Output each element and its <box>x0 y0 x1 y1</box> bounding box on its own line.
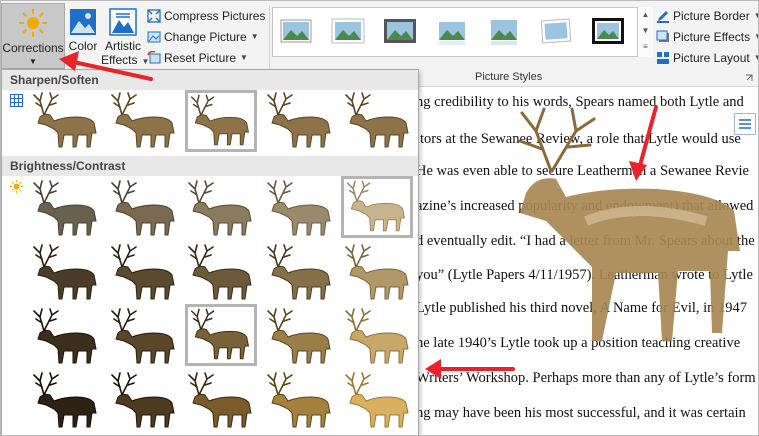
brightness-option[interactable] <box>264 178 336 240</box>
picture-style-thumb[interactable] <box>383 14 417 48</box>
more-icon[interactable]: ≡ <box>638 39 653 55</box>
picture-style-thumb[interactable] <box>331 14 365 48</box>
artistic-effects-icon <box>109 8 137 36</box>
picture-layout-label: Picture Layout <box>673 50 750 65</box>
picture-styles-gallery: ▲ ▼ ≡ <box>272 7 653 57</box>
compress-label: Compress Pictures <box>164 8 266 23</box>
picture-style-thumb[interactable] <box>591 14 625 48</box>
artistic-effects-button[interactable]: Artistic Effects ▼ <box>101 3 150 69</box>
brightness-option[interactable] <box>264 306 336 368</box>
reset-picture-button[interactable]: Reset Picture ▼ <box>147 47 267 68</box>
brightness-option[interactable] <box>108 178 180 240</box>
sharpen-option[interactable] <box>30 90 102 152</box>
color-picture-icon <box>70 9 96 35</box>
doc-line: azine’s increased popularity and endowme… <box>416 198 754 214</box>
chevron-down-icon: ▼ <box>754 32 758 41</box>
picture-styles-group-label: Picture Styles <box>475 71 543 83</box>
artistic-label-1: Artistic <box>105 39 141 53</box>
compress-pictures-button[interactable]: Compress Pictures <box>147 5 267 26</box>
sharpen-option-selected[interactable] <box>185 90 257 152</box>
styles-scroll-more[interactable]: ▲ ▼ ≡ <box>637 7 653 57</box>
brightness-option[interactable] <box>185 370 257 432</box>
doc-line: Writers’ Workshop. Perhaps more than any… <box>416 370 756 386</box>
brightness-option[interactable] <box>185 242 257 304</box>
change-picture-label: Change Picture <box>164 29 247 44</box>
brightness-option[interactable] <box>264 370 336 432</box>
brightness-option[interactable] <box>108 370 180 432</box>
brightness-option[interactable] <box>30 178 102 240</box>
picture-style-thumb[interactable] <box>435 14 469 48</box>
picture-style-thumb[interactable] <box>487 14 521 48</box>
brightness-option[interactable] <box>30 306 102 368</box>
artistic-label-2: Effects ▼ <box>101 53 150 67</box>
picture-style-thumb[interactable] <box>279 14 313 48</box>
document-body[interactable]: ng credibility to his words, Spears name… <box>416 87 758 435</box>
sharpen-option[interactable] <box>342 90 414 152</box>
brightness-option[interactable] <box>342 370 414 432</box>
change-picture-icon <box>147 31 161 42</box>
layout-options-icon <box>739 119 751 129</box>
pencil-icon <box>657 10 669 23</box>
brightness-option[interactable] <box>342 242 414 304</box>
chevron-up-icon[interactable]: ▲ <box>638 7 653 23</box>
brightness-option-selected[interactable] <box>185 304 257 366</box>
sharpen-option[interactable] <box>108 90 180 152</box>
chevron-down-icon: ▼ <box>754 11 758 20</box>
doc-line: He was even able to secure Leatherman a … <box>416 163 749 179</box>
corrections-label: Corrections <box>2 41 64 55</box>
chevron-down-icon: ▼ <box>754 53 758 62</box>
picture-border-button[interactable]: Picture Border ▼ <box>656 5 758 26</box>
color-button[interactable]: Color <box>65 3 101 69</box>
corrections-gallery-panel: Sharpen/Soften Brightness/Contrast <box>1 69 419 435</box>
sharpen-option[interactable] <box>264 90 336 152</box>
sun-small-icon <box>10 180 23 193</box>
brightness-option[interactable] <box>342 306 414 368</box>
doc-line: itors at the Sewanee Review, a role that… <box>416 131 741 147</box>
brightness-option[interactable] <box>264 242 336 304</box>
layout-options-button[interactable] <box>734 113 756 135</box>
reset-picture-icon <box>147 50 161 63</box>
dialog-launcher-icon[interactable] <box>745 74 753 82</box>
picture-options-column: Picture Border ▼ Picture Effects ▼ Pictu… <box>656 5 758 68</box>
sharpen-soften-header: Sharpen/Soften <box>2 70 418 90</box>
word-window: Corrections ▼ Color Artistic Effects ▼ C… <box>0 0 759 436</box>
picture-border-label: Picture Border <box>673 8 750 23</box>
picture-layout-icon <box>657 51 669 64</box>
chevron-down-icon[interactable]: ▼ <box>638 23 653 39</box>
brightness-option-highlighted[interactable] <box>341 176 413 238</box>
corrections-button[interactable]: Corrections ▼ <box>1 3 65 69</box>
color-label: Color <box>68 39 98 53</box>
picture-effects-button[interactable]: Picture Effects ▼ <box>656 26 758 47</box>
reset-picture-label: Reset Picture <box>164 50 237 65</box>
adjust-small-buttons: Compress Pictures Change Picture ▼ Reset… <box>147 5 267 68</box>
brightness-option[interactable] <box>30 370 102 432</box>
doc-line: you” (Lytle Papers 4/11/1957). Leatherma… <box>416 267 753 283</box>
doc-line: d eventually edit. “I had a letter from … <box>416 233 755 249</box>
picture-layout-button[interactable]: Picture Layout ▼ <box>656 47 758 68</box>
brightness-option[interactable] <box>108 306 180 368</box>
chevron-down-icon: ▼ <box>240 53 248 62</box>
picture-effects-icon <box>656 30 669 42</box>
doc-line: Lytle published his third novel, A Name … <box>416 300 748 316</box>
picture-style-thumb[interactable] <box>539 14 573 48</box>
sharpen-grid-icon <box>10 94 23 107</box>
doc-line: he late 1940’s Lytle took up a position … <box>416 335 741 351</box>
brightness-option[interactable] <box>30 242 102 304</box>
brightness-option[interactable] <box>108 242 180 304</box>
chevron-down-icon: ▼ <box>250 32 259 41</box>
doc-line: ng may have been his most successful, an… <box>416 405 746 421</box>
sun-icon <box>19 9 47 37</box>
doc-line: ng credibility to his words, Spears name… <box>416 94 744 110</box>
picture-effects-label: Picture Effects <box>673 29 751 44</box>
chevron-down-icon: ▼ <box>29 57 37 66</box>
change-picture-button[interactable]: Change Picture ▼ <box>147 26 267 47</box>
brightness-option[interactable] <box>185 178 257 240</box>
brightness-contrast-header: Brightness/Contrast <box>2 156 418 176</box>
compress-icon <box>147 8 161 23</box>
